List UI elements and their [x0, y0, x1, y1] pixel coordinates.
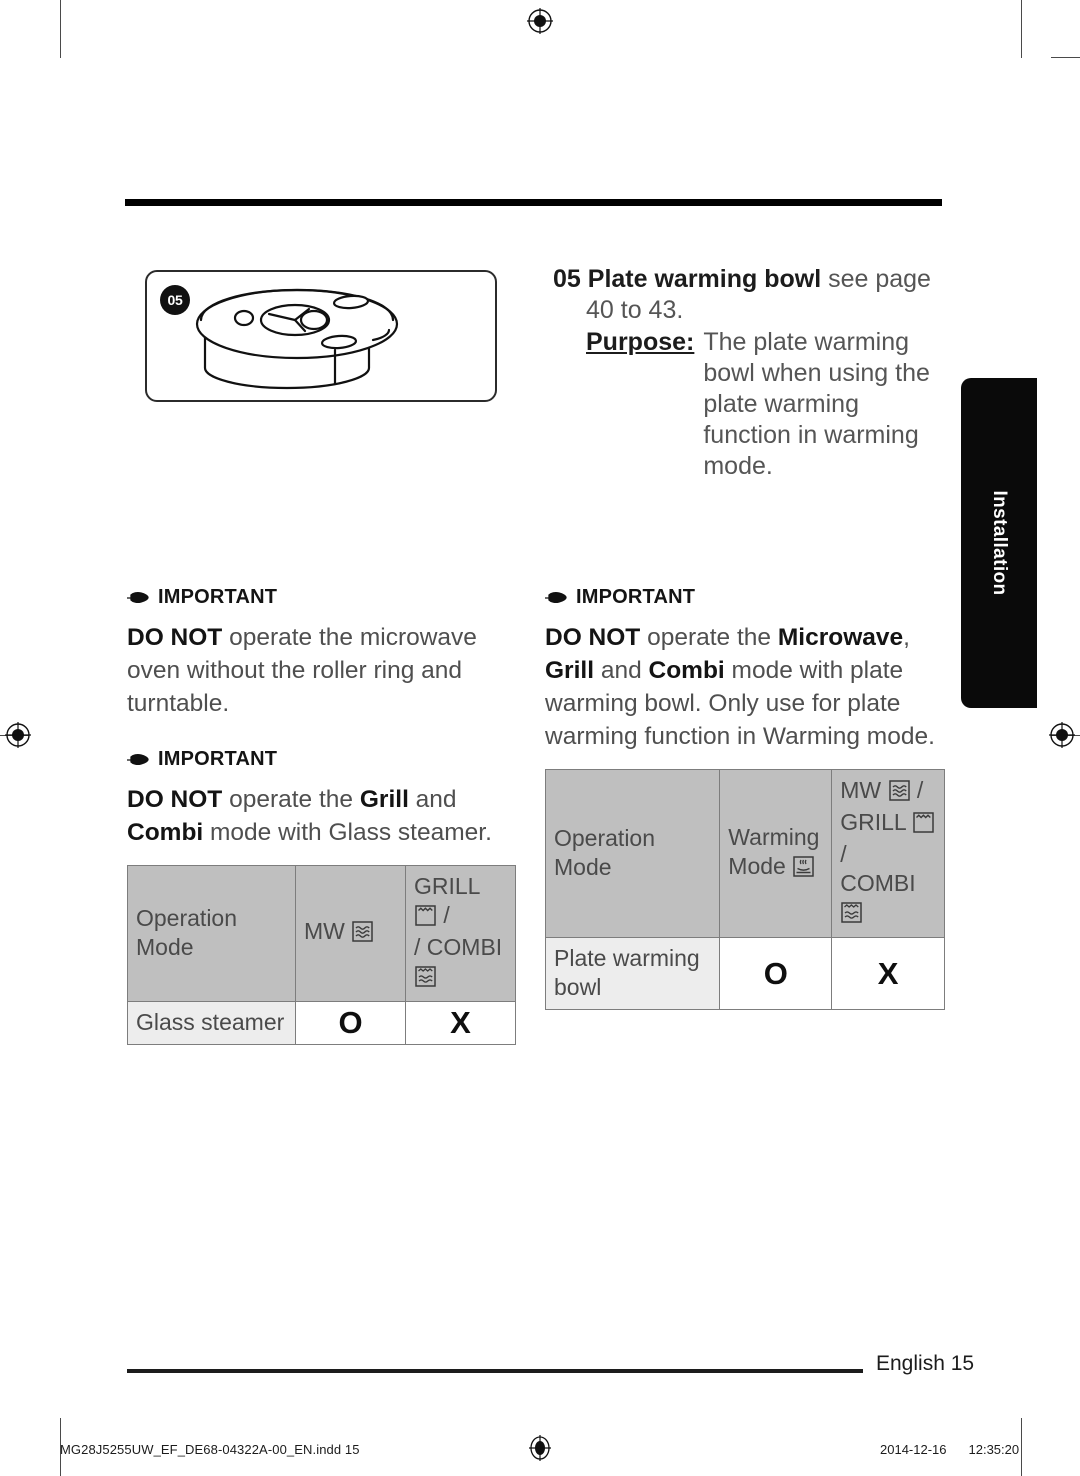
- purpose-label: Purpose:: [586, 328, 695, 356]
- table-row: Plate warming bowl O X: [544, 937, 945, 1010]
- header-slash-2: /: [840, 841, 847, 867]
- header-operation-mode: Operation Mode: [544, 769, 721, 938]
- header-mw-label: MW: [304, 918, 345, 944]
- illustration-panel: 05: [145, 270, 497, 402]
- microwave-icon: [352, 920, 374, 949]
- cell-glass-steamer-grill-combi: X: [405, 1001, 516, 1045]
- important-heading-1-text: IMPORTANT: [158, 586, 278, 608]
- important-heading-2-text: IMPORTANT: [158, 748, 278, 770]
- header-grill-combi: GRILL / / COMBI: [405, 865, 516, 1002]
- footer-rule: [127, 1369, 863, 1373]
- section-tab-label: Installation: [989, 490, 1010, 596]
- header-mw-label: MW: [840, 777, 882, 803]
- table-header-row: Operation Mode MW GRILL / / COMBI: [127, 865, 516, 1002]
- glass-steamer-table: Operation Mode MW GRILL / / COMBI Glass …: [127, 865, 516, 1045]
- combi-icon: [841, 901, 862, 930]
- important-heading-3: IMPORTANT: [545, 586, 945, 609]
- print-footer-date: 2014-12-16: [880, 1442, 947, 1457]
- purpose-text: The plate warming bowl when using the pl…: [703, 328, 930, 480]
- print-footer-filename: MG28J5255UW_EF_DE68-04322A-00_EN.indd 15: [60, 1442, 360, 1457]
- header-mw: MW: [295, 865, 406, 1002]
- row-label-plate-warming-bowl: Plate warming bowl: [544, 937, 721, 1010]
- left-column: IMPORTANT DO NOT operate the microwave o…: [127, 586, 519, 1045]
- header-mw-grill-combi: MW / GRILL / COMBI: [831, 769, 945, 938]
- footer-page-number: English 15: [876, 1352, 975, 1375]
- cell-plate-warming-bowl-mw-grill-combi: X: [831, 937, 945, 1010]
- cell-glass-steamer-mw: O: [295, 1001, 406, 1045]
- combi-icon: [415, 965, 436, 994]
- row-label-glass-steamer: Glass steamer: [127, 1001, 296, 1045]
- item-description-line1: 05 Plate warming bowl see page: [553, 264, 943, 295]
- illustration-number-badge: 05: [160, 285, 190, 315]
- table-row: Glass steamer O X: [127, 1001, 516, 1045]
- registration-mark-bottom: [529, 1435, 551, 1461]
- print-footer-time: 12:35:20: [968, 1442, 1020, 1457]
- header-combi-label: / COMBI: [414, 934, 503, 960]
- important-body-3: DO NOT operate the Microwave, Grill and …: [545, 624, 935, 750]
- important-heading-2: IMPORTANT: [127, 748, 519, 771]
- item-description: 05 Plate warming bowl see page 40 to 43.…: [553, 264, 943, 482]
- header-warming-mode: Warming Mode: [719, 769, 833, 938]
- section-tab-installation: Installation: [961, 378, 1037, 708]
- microwave-icon: [888, 779, 910, 808]
- cell-plate-warming-bowl-warming: O: [719, 937, 833, 1010]
- item-name: Plate warming bowl: [587, 265, 822, 293]
- grill-icon: [913, 811, 934, 840]
- important-body-2: DO NOT operate the Grill and Combi mode …: [127, 786, 492, 846]
- header-grill-label: GRILL: [840, 809, 906, 835]
- important-heading-3-text: IMPORTANT: [576, 586, 696, 608]
- pointing-hand-icon: [127, 753, 149, 766]
- manual-page: Installation 05 05 Plate warming bowl se…: [0, 0, 1080, 1476]
- item-page-range: 40 to 43.: [586, 296, 684, 324]
- header-slash-1: /: [916, 777, 924, 803]
- item-see-page: see page: [821, 265, 931, 293]
- header-combi-label: COMBI: [840, 870, 916, 896]
- grill-icon: [415, 904, 436, 933]
- page-top-rule: [125, 199, 942, 206]
- pointing-hand-icon: [545, 591, 567, 604]
- plate-warming-bowl-icon: [195, 288, 399, 390]
- pointing-hand-icon: [127, 591, 149, 604]
- item-purpose-row: Purpose: The plate warming bowl when usi…: [586, 327, 943, 482]
- print-footer-timestamp: 2014-12-16 12:35:20: [880, 1442, 1019, 1457]
- important-heading-1: IMPORTANT: [127, 586, 519, 609]
- header-grill-label: GRILL: [414, 873, 480, 899]
- right-column: IMPORTANT DO NOT operate the Microwave, …: [544, 586, 945, 1010]
- warming-icon: [793, 855, 814, 884]
- header-grill-slash: /: [443, 902, 450, 928]
- item-number: 05: [553, 265, 581, 293]
- important-body-1: DO NOT operate the microwave oven withou…: [127, 624, 477, 717]
- plate-warming-bowl-table: Operation Mode Warming Mode MW / GRILL /…: [544, 769, 945, 1010]
- header-operation-mode: Operation Mode: [127, 865, 296, 1002]
- table-header-row: Operation Mode Warming Mode MW / GRILL /…: [544, 769, 945, 938]
